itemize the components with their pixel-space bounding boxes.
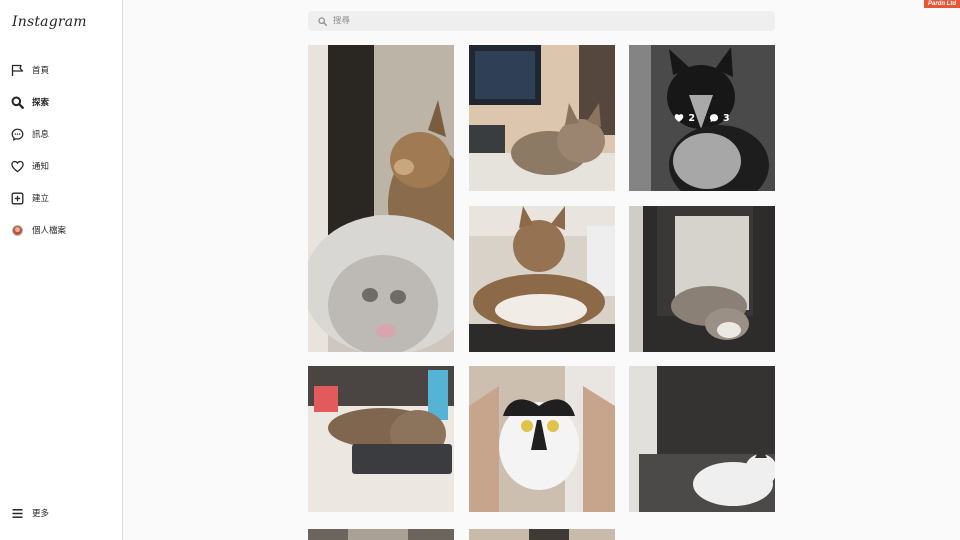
explore-post-3[interactable]: 2 3 bbox=[629, 45, 775, 191]
explore-post-4[interactable] bbox=[469, 206, 615, 352]
comment-icon bbox=[709, 114, 719, 123]
sidebar-item-explore[interactable]: 探索 bbox=[10, 92, 49, 112]
instagram-logo[interactable]: Instagram bbox=[12, 14, 87, 30]
post-image bbox=[469, 529, 615, 540]
menu-icon bbox=[10, 506, 24, 520]
sidebar-item-more[interactable]: 更多 bbox=[10, 503, 49, 523]
sidebar-item-label: 建立 bbox=[32, 194, 50, 204]
search-input[interactable] bbox=[333, 16, 753, 26]
explore-post-7[interactable] bbox=[469, 366, 615, 512]
sidebar-item-label: 個人檔案 bbox=[32, 226, 67, 236]
explore-post-5[interactable] bbox=[629, 206, 775, 352]
search-bar[interactable] bbox=[308, 11, 775, 31]
explore-post-9[interactable] bbox=[308, 527, 454, 540]
heart-icon bbox=[10, 159, 24, 173]
post-image bbox=[308, 45, 454, 352]
sidebar: Instagram 首頁 探索 訊息 通知 建立 個人檔案 更多 bbox=[0, 0, 123, 540]
sidebar-item-label: 探索 bbox=[32, 98, 50, 108]
post-image bbox=[469, 366, 615, 512]
instagram-app: Instagram 首頁 探索 訊息 通知 建立 個人檔案 更多 搜尋 2 3 … bbox=[0, 0, 960, 540]
post-image bbox=[469, 206, 615, 352]
sidebar-item-messages[interactable]: 訊息 bbox=[10, 124, 49, 144]
heart-icon bbox=[675, 114, 684, 122]
likes-count: 2 bbox=[688, 112, 695, 124]
explore-post-10[interactable] bbox=[469, 527, 615, 540]
avatar bbox=[11, 224, 23, 236]
post-image bbox=[629, 366, 775, 512]
post-hover-overlay: 2 3 bbox=[629, 45, 775, 191]
search-icon bbox=[10, 95, 24, 109]
home-icon bbox=[10, 63, 24, 77]
explore-post-2[interactable] bbox=[469, 45, 615, 191]
sidebar-item-notifications[interactable]: 通知 bbox=[10, 156, 49, 176]
sidebar-item-home[interactable]: 首頁 bbox=[10, 60, 49, 80]
comments-count: 3 bbox=[723, 112, 730, 124]
sidebar-item-profile[interactable]: 個人檔案 bbox=[10, 220, 66, 240]
messenger-icon bbox=[10, 127, 24, 141]
sidebar-item-label: 更多 bbox=[32, 509, 50, 519]
sidebar-item-create[interactable]: 建立 bbox=[10, 188, 49, 208]
sidebar-item-label: 訊息 bbox=[32, 130, 50, 140]
post-image bbox=[308, 529, 454, 540]
sidebar-item-label: 通知 bbox=[32, 162, 50, 172]
explore-post-8[interactable] bbox=[629, 366, 775, 512]
explore-post-1[interactable] bbox=[308, 45, 454, 352]
post-image bbox=[629, 206, 775, 352]
profile-avatar-icon bbox=[10, 223, 24, 237]
comments-stat: 3 bbox=[709, 113, 730, 124]
likes-stat: 2 bbox=[674, 113, 695, 124]
sidebar-item-label: 首頁 bbox=[32, 66, 50, 76]
explore-post-6[interactable] bbox=[308, 366, 454, 512]
watermark: Pardn Ltd bbox=[924, 0, 960, 8]
create-icon bbox=[10, 191, 24, 205]
search-icon bbox=[318, 16, 327, 26]
post-image bbox=[308, 366, 454, 512]
post-image bbox=[469, 45, 615, 191]
